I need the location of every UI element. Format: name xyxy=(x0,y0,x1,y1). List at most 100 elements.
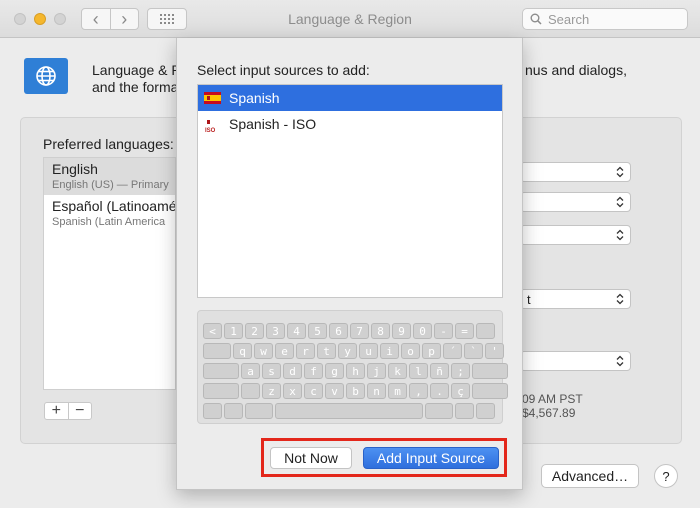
language-item[interactable]: Español (Latinoamé Spanish (Latin Americ… xyxy=(44,195,175,232)
keyboard-row-4: z x c v b n m , . ç xyxy=(203,383,510,399)
iso-tag: ISO xyxy=(205,128,216,134)
keyboard-key: l xyxy=(409,363,428,379)
keyboard-key: r xyxy=(296,343,315,359)
language-detail: Spanish (Latin America xyxy=(52,216,166,228)
keyboard-key: v xyxy=(325,383,344,399)
title-bar: ‹ › Language & Region Search xyxy=(0,0,700,38)
input-source-item[interactable]: ISO Spanish - ISO xyxy=(198,111,502,137)
list-sort-popup[interactable] xyxy=(520,351,631,371)
language-item[interactable]: English English (US) — Primary xyxy=(44,158,175,195)
keyboard-key: ñ xyxy=(430,363,449,379)
keyboard-key: z xyxy=(262,383,281,399)
language-name: English xyxy=(52,161,98,177)
advanced-button[interactable]: Advanced… xyxy=(541,464,639,488)
keyboard-preview: < 1 2 3 4 5 6 7 8 9 0 - = q w e r t y u … xyxy=(197,310,508,424)
keyboard-key xyxy=(203,343,231,359)
search-icon xyxy=(530,13,542,25)
keyboard-key: 6 xyxy=(329,323,348,339)
search-input[interactable]: Search xyxy=(522,8,688,30)
chevron-up-down-icon xyxy=(616,229,624,241)
keyboard-key: s xyxy=(262,363,281,379)
keyboard-key: u xyxy=(359,343,378,359)
region-popup[interactable] xyxy=(520,162,631,182)
keyboard-key: < xyxy=(203,323,222,339)
keyboard-row-2: q w e r t y u i o p ´ ` ' xyxy=(203,343,506,359)
keyboard-row-3: a s d f g h j k l ñ ; xyxy=(203,363,510,379)
keyboard-row-5 xyxy=(203,403,497,419)
add-input-source-sheet: Select input sources to add: Spanish ISO… xyxy=(176,38,523,490)
input-sources-list[interactable]: Spanish ISO Spanish - ISO xyxy=(197,84,503,298)
keyboard-key: a xyxy=(241,363,260,379)
calendar-popup[interactable] xyxy=(520,225,631,245)
sheet-heading: Select input sources to add: xyxy=(197,62,370,78)
keyboard-key: w xyxy=(254,343,273,359)
number-format-preview: $4,567.89 xyxy=(522,406,576,420)
keyboard-key xyxy=(203,363,239,379)
add-remove-buttons: + − xyxy=(44,402,92,420)
preferred-languages-list[interactable]: English English (US) — Primary Español (… xyxy=(43,157,176,390)
time-format-preview: 09 AM PST xyxy=(522,392,583,406)
keyboard-key: p xyxy=(422,343,441,359)
keyboard-key: f xyxy=(304,363,323,379)
keyboard-key xyxy=(203,383,239,399)
chevron-up-down-icon xyxy=(616,355,624,367)
keyboard-key: 7 xyxy=(350,323,369,339)
help-button[interactable]: ? xyxy=(654,464,678,488)
keyboard-key: h xyxy=(346,363,365,379)
keyboard-key: t xyxy=(317,343,336,359)
keyboard-key: 5 xyxy=(308,323,327,339)
chevron-up-down-icon xyxy=(616,293,624,305)
keyboard-key: ç xyxy=(451,383,470,399)
add-language-button[interactable]: + xyxy=(45,402,68,419)
keyboard-key: 8 xyxy=(371,323,390,339)
keyboard-key: n xyxy=(367,383,386,399)
keyboard-key: 3 xyxy=(266,323,285,339)
input-source-label: Spanish xyxy=(229,90,280,106)
chevron-up-down-icon xyxy=(616,166,624,178)
keyboard-key: k xyxy=(388,363,407,379)
keyboard-key: q xyxy=(233,343,252,359)
keyboard-key: i xyxy=(380,343,399,359)
keyboard-key xyxy=(224,403,243,419)
keyboard-key: m xyxy=(388,383,407,399)
intro-line-1: Language & R xyxy=(92,62,182,78)
highlighted-button-area: Not Now Add Input Source xyxy=(261,438,507,477)
keyboard-key: 2 xyxy=(245,323,264,339)
language-region-icon xyxy=(24,58,68,94)
temperature-value: t xyxy=(527,291,531,307)
keyboard-key xyxy=(455,403,474,419)
intro-description: Language & R and the forma xyxy=(92,62,182,96)
remove-language-button[interactable]: − xyxy=(67,402,92,419)
add-input-source-button[interactable]: Add Input Source xyxy=(363,447,499,469)
keyboard-key xyxy=(472,363,508,379)
keyboard-key xyxy=(476,323,495,339)
keyboard-key: j xyxy=(367,363,386,379)
keyboard-key: , xyxy=(409,383,428,399)
keyboard-key xyxy=(203,403,222,419)
intro-line-2: and the forma xyxy=(92,79,179,95)
preferred-languages-label: Preferred languages: xyxy=(43,136,174,152)
temperature-popup[interactable]: t xyxy=(520,289,631,309)
spain-iso-flag-icon: ISO xyxy=(204,116,221,134)
keyboard-key: 1 xyxy=(224,323,243,339)
keyboard-key: . xyxy=(430,383,449,399)
keyboard-key: ` xyxy=(464,343,483,359)
not-now-button[interactable]: Not Now xyxy=(270,447,352,469)
first-day-popup[interactable] xyxy=(520,192,631,212)
language-detail: English (US) — Primary xyxy=(52,179,169,191)
input-source-label: Spanish - ISO xyxy=(229,116,317,132)
language-name: Español (Latinoamé xyxy=(52,198,175,214)
keyboard-key xyxy=(472,383,508,399)
keyboard-row-1: < 1 2 3 4 5 6 7 8 9 0 - = xyxy=(203,323,497,339)
keyboard-key xyxy=(241,383,260,399)
input-source-item[interactable]: Spanish xyxy=(198,85,502,111)
keyboard-key: y xyxy=(338,343,357,359)
keyboard-key xyxy=(476,403,495,419)
keyboard-key: c xyxy=(304,383,323,399)
chevron-up-down-icon xyxy=(616,196,624,208)
intro-description-tail: nus and dialogs, xyxy=(525,62,627,78)
keyboard-key: ´ xyxy=(443,343,462,359)
keyboard-key: ' xyxy=(485,343,504,359)
keyboard-key: 0 xyxy=(413,323,432,339)
keyboard-key: b xyxy=(346,383,365,399)
